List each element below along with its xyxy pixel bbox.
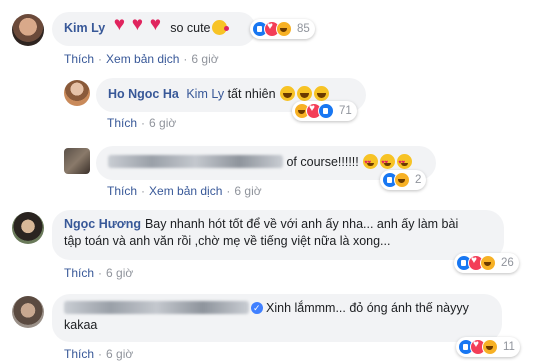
comment-text: tất nhiên: [227, 87, 276, 101]
like-reaction-icon: [318, 103, 334, 119]
comment-text: Bay nhanh hót tốt để về với anh ấy nha..…: [144, 217, 459, 231]
translate-link[interactable]: Xem bản dịch: [106, 52, 179, 66]
haha-reaction-icon: [482, 339, 498, 355]
haha-emoji-icon: [297, 86, 313, 101]
comment-author[interactable]: Kim Ly: [64, 21, 105, 35]
comment-time[interactable]: 6 giờ: [149, 116, 176, 130]
comment-text: so cute: [170, 21, 211, 35]
reaction-summary[interactable]: 85: [250, 19, 315, 39]
haha-emoji-icon: [280, 86, 296, 101]
heart-eyes-emoji-icon: [397, 154, 413, 172]
like-link[interactable]: Thích: [64, 347, 94, 361]
comment-time[interactable]: 6 giờ: [106, 266, 133, 280]
like-link[interactable]: Thích: [107, 116, 137, 130]
comment-time[interactable]: 6 giờ: [106, 347, 133, 361]
reaction-summary[interactable]: 2: [380, 170, 427, 190]
avatar[interactable]: [64, 148, 90, 174]
avatar[interactable]: [12, 212, 44, 244]
like-link[interactable]: Thích: [107, 184, 137, 198]
avatar[interactable]: [12, 296, 44, 328]
haha-reaction-icon: [276, 21, 292, 37]
translate-link[interactable]: Xem bản dịch: [149, 184, 222, 198]
avatar[interactable]: [12, 14, 44, 46]
heart-eyes-emoji-icon: [363, 154, 379, 172]
comment-author[interactable]: Ho Ngoc Ha: [108, 87, 179, 101]
comment-bubble: Kim Ly so cute: [52, 12, 256, 46]
comment-text: Xinh lắmmm... đỏ óng ánh thế nàyyy: [266, 301, 469, 315]
comment-time[interactable]: 6 giờ: [191, 52, 218, 66]
heart-eyes-emoji-icon: [380, 154, 396, 172]
haha-reaction-icon: [394, 172, 410, 188]
heart-emoji-icon: [132, 16, 148, 35]
comment-actions: Thích · Xem bản dịch · 6 giờ: [64, 52, 219, 66]
mention-link[interactable]: Kim Ly: [186, 87, 224, 101]
like-link[interactable]: Thích: [64, 52, 94, 66]
comment-actions: Thích · Xem bản dịch · 6 giờ: [107, 184, 262, 198]
comment-bubble: Ngọc Hương Bay nhanh hót tốt để về với an…: [52, 210, 504, 260]
comment-time[interactable]: 6 giờ: [234, 184, 261, 198]
comment-bubble: Xinh lắmmm... đỏ óng ánh thế nàyyy kakaa: [52, 294, 502, 342]
haha-emoji-icon: [314, 86, 330, 101]
kiss-emoji-icon: [211, 20, 229, 35]
comment-actions: Thích · 6 giờ: [107, 116, 177, 130]
reaction-count: 71: [339, 105, 352, 117]
comment-actions: Thích · 6 giờ: [64, 266, 134, 280]
heart-emoji-icon: [150, 16, 166, 35]
comment-text: of course!!!!!!: [286, 155, 359, 169]
reaction-count: 11: [503, 341, 515, 353]
reaction-count: 2: [415, 174, 422, 186]
reaction-count: 85: [297, 23, 310, 35]
like-link[interactable]: Thích: [64, 266, 94, 280]
haha-reaction-icon: [480, 255, 496, 271]
comment-author[interactable]: Ngọc Hương: [64, 217, 141, 231]
reaction-summary[interactable]: 11: [456, 337, 520, 357]
comment-text: tập toán và anh văn rồi ,chờ mẹ về tiếng…: [64, 234, 391, 248]
comment-actions: Thích · 6 giờ: [64, 347, 134, 361]
comment-text: kakaa: [64, 318, 98, 332]
blurred-author-name: [64, 301, 249, 314]
blurred-author-name: [108, 155, 283, 168]
reaction-summary[interactable]: 26: [454, 253, 519, 273]
reaction-count: 26: [501, 257, 514, 269]
heart-emoji-icon: [114, 16, 130, 35]
reaction-summary[interactable]: 71: [292, 101, 357, 121]
verified-badge-icon: [251, 300, 263, 317]
avatar[interactable]: [64, 80, 90, 106]
